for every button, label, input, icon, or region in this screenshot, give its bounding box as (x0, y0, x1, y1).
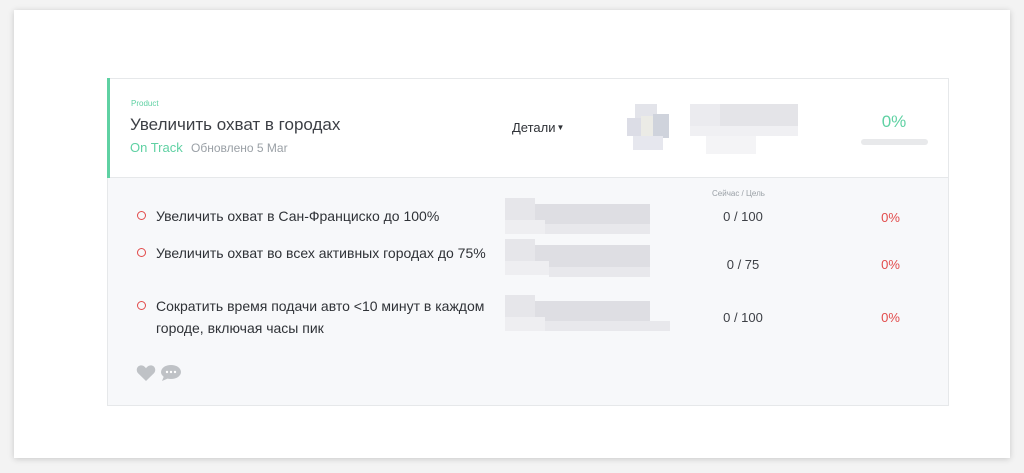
goal-title[interactable]: Увеличить охват в городах (130, 115, 340, 135)
key-result-percent: 0% (881, 210, 900, 225)
now-target-header: Сейчас / Цель (712, 189, 765, 198)
comment-icon[interactable] (160, 364, 182, 382)
status-badge: On Track (130, 140, 183, 155)
goal-card: Product Увеличить охват в городах On Tra… (107, 78, 949, 406)
key-result-text: Увеличить охват во всех активных городах… (156, 245, 486, 261)
key-result-percent: 0% (881, 310, 900, 325)
status-accent-bar (107, 78, 110, 178)
chevron-down-icon: ▼ (556, 123, 565, 132)
goal-category: Product (131, 99, 159, 108)
owner-info (690, 104, 800, 159)
owner-avatar (627, 104, 677, 156)
goal-progress-percent: 0% (881, 112, 907, 131)
screenshot-frame: Product Увеличить охват в городах On Tra… (14, 10, 1010, 458)
details-label: Детали (512, 120, 556, 135)
updated-timestamp: Обновлено 5 Mar (191, 141, 288, 155)
circle-icon (137, 248, 146, 257)
circle-icon (137, 301, 146, 310)
key-result-owner (505, 295, 670, 337)
key-result-value: 0 / 100 (723, 310, 763, 325)
reactions (136, 364, 182, 382)
key-result-text: Увеличить охват в Сан-Франциско до 100% (156, 208, 440, 224)
key-result-percent: 0% (881, 257, 900, 272)
key-result-owner (505, 198, 670, 240)
heart-icon[interactable] (136, 364, 156, 382)
key-result-owner (505, 239, 670, 281)
key-result-value: 0 / 75 (726, 257, 760, 272)
goal-progress-bar (861, 139, 928, 145)
goal-header: Product Увеличить охват в городах On Tra… (107, 78, 948, 178)
circle-icon (137, 211, 146, 220)
key-result-text: Сократить время подачи авто <10 минут в … (156, 298, 485, 336)
details-dropdown[interactable]: Детали▼ (512, 120, 564, 135)
key-result-value: 0 / 100 (723, 209, 763, 224)
